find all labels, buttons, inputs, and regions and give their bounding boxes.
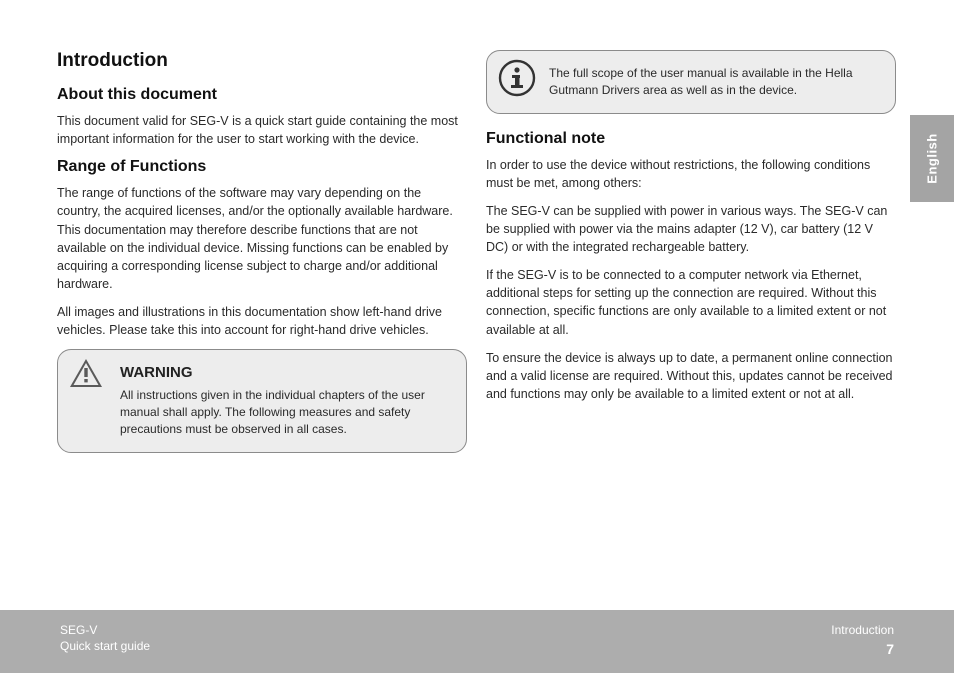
para-func1: The range of functions of the software m…	[57, 184, 467, 293]
language-tab: English	[910, 115, 954, 202]
para-note4: To ensure the device is always up to dat…	[486, 349, 896, 403]
footer-right-line1: Introduction	[831, 622, 894, 638]
info-callout: The full scope of the user manual is ava…	[486, 50, 896, 114]
footer-right: Introduction 7	[831, 622, 894, 659]
left-column: Introduction About this document This do…	[57, 50, 467, 469]
right-column: The full scope of the user manual is ava…	[486, 50, 896, 413]
page-number: 7	[831, 640, 894, 659]
para-about: This document valid for SEG-V is a quick…	[57, 112, 467, 148]
footer-left-line1: SEG-V	[60, 622, 150, 638]
warning-callout: WARNING All instructions given in the in…	[57, 349, 467, 452]
para-func2: All images and illustrations in this doc…	[57, 303, 467, 339]
language-tab-label: English	[925, 133, 940, 183]
footer-bar: SEG-V Quick start guide Introduction 7	[0, 610, 954, 673]
warning-text: All instructions given in the individual…	[120, 387, 450, 437]
footer-left-line2: Quick start guide	[60, 638, 150, 654]
info-icon	[498, 59, 536, 97]
heading-about: About this document	[57, 86, 467, 104]
heading-functions: Range of Functions	[57, 158, 467, 176]
para-note3: If the SEG-V is to be connected to a com…	[486, 266, 896, 339]
para-note1: In order to use the device without restr…	[486, 156, 896, 192]
info-text: The full scope of the user manual is ava…	[549, 65, 879, 99]
warning-title: WARNING	[120, 364, 450, 381]
page-title: Introduction	[57, 50, 467, 72]
heading-funcnote: Functional note	[486, 130, 896, 148]
footer-left: SEG-V Quick start guide	[60, 622, 150, 654]
para-note2: The SEG-V can be supplied with power in …	[486, 202, 896, 256]
warning-icon	[69, 358, 103, 388]
